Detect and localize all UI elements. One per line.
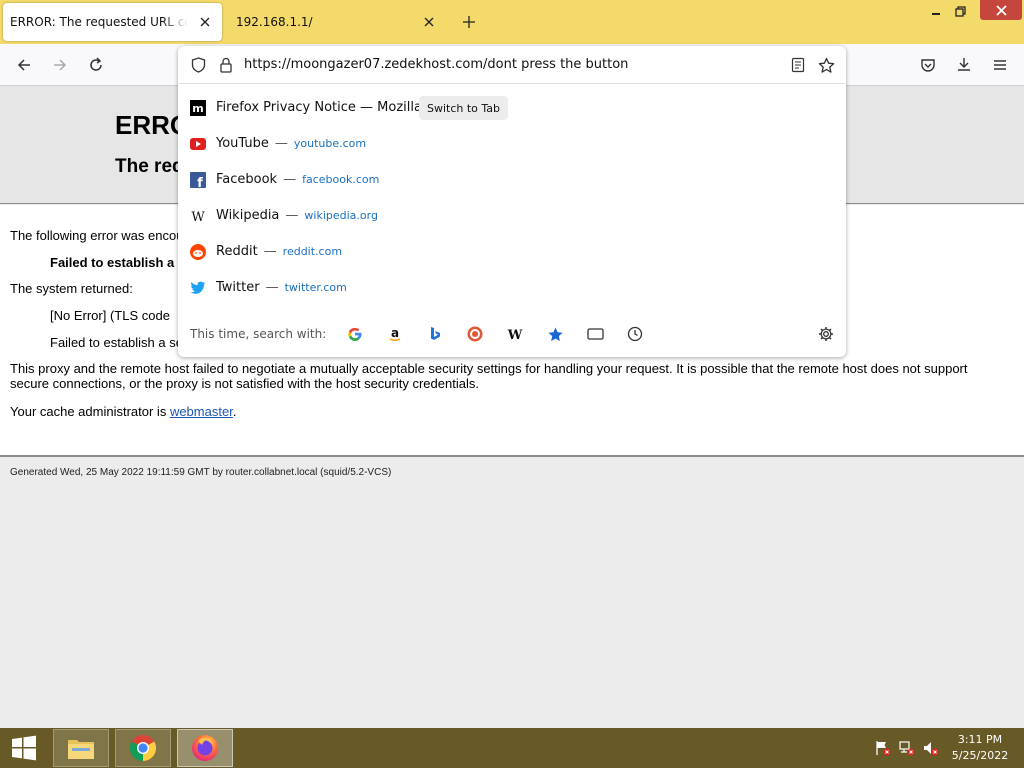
separator: — bbox=[285, 208, 299, 223]
bookmark-star-icon[interactable] bbox=[816, 55, 836, 75]
suggestion-title: YouTube bbox=[216, 136, 269, 151]
lock-icon[interactable] bbox=[216, 55, 236, 75]
bookmarks-icon[interactable] bbox=[545, 324, 565, 344]
file-explorer-icon[interactable] bbox=[53, 729, 109, 767]
clock-time[interactable]: 3:11 PM bbox=[940, 733, 1020, 746]
facebook-icon: f bbox=[190, 172, 206, 188]
bing-icon[interactable] bbox=[425, 324, 445, 344]
network-icon[interactable] bbox=[898, 740, 916, 756]
restore-button[interactable] bbox=[940, 0, 980, 22]
separator: — bbox=[274, 136, 288, 151]
suggestion-youtube[interactable]: YouTube — youtube.com bbox=[178, 126, 846, 162]
history-icon[interactable] bbox=[625, 324, 645, 344]
svg-text:a: a bbox=[391, 326, 399, 340]
reader-view-icon[interactable] bbox=[788, 55, 808, 75]
twitter-icon bbox=[190, 280, 206, 296]
start-button[interactable] bbox=[0, 729, 48, 767]
svg-text:m: m bbox=[192, 102, 203, 115]
suggestion-mozilla[interactable]: m Firefox Privacy Notice — Mozilla Switc… bbox=[178, 90, 846, 126]
shield-icon[interactable] bbox=[188, 55, 208, 75]
windows-taskbar: 3:11 PM 5/25/2022 bbox=[0, 728, 1024, 768]
separator: — bbox=[265, 280, 279, 295]
close-window-button[interactable] bbox=[980, 0, 1022, 20]
suggestion-reddit[interactable]: Reddit — reddit.com bbox=[178, 234, 846, 270]
duckduckgo-icon[interactable] bbox=[465, 324, 485, 344]
separator: — bbox=[263, 244, 277, 259]
tab-title: ERROR: The requested URL could not be re… bbox=[10, 15, 188, 29]
search-with-label: This time, search with: bbox=[190, 327, 327, 341]
suggestion-title: Facebook bbox=[216, 172, 278, 187]
wikipedia-icon: W bbox=[190, 208, 206, 224]
search-settings-gear-icon[interactable] bbox=[816, 324, 836, 344]
new-tab-button[interactable] bbox=[460, 13, 478, 31]
tab-error-page[interactable]: ERROR: The requested URL could not be re… bbox=[3, 3, 222, 41]
wikipedia-icon[interactable]: W bbox=[505, 324, 525, 344]
tab-strip: ERROR: The requested URL could not be re… bbox=[0, 0, 1024, 44]
suggestion-facebook[interactable]: f Facebook — facebook.com bbox=[178, 162, 846, 198]
one-off-search-bar: This time, search with: a W bbox=[178, 316, 846, 352]
amazon-icon[interactable]: a bbox=[385, 324, 405, 344]
system-returned-label: The system returned: bbox=[10, 281, 133, 296]
svg-text:W: W bbox=[191, 210, 205, 224]
downloads-button[interactable] bbox=[952, 53, 976, 77]
back-button[interactable] bbox=[12, 53, 36, 77]
google-icon[interactable] bbox=[345, 324, 365, 344]
suggestion-url: youtube.com bbox=[293, 137, 367, 150]
suggestion-url: reddit.com bbox=[282, 245, 343, 258]
tab-title: 192.168.1.1/ bbox=[236, 15, 313, 29]
tabs-icon[interactable] bbox=[585, 324, 605, 344]
suggestion-url: twitter.com bbox=[284, 281, 347, 294]
admin-prefix: Your cache administrator is bbox=[10, 404, 170, 419]
reload-button[interactable] bbox=[84, 53, 108, 77]
volume-muted-icon[interactable] bbox=[922, 740, 940, 756]
suggestion-title: Wikipedia bbox=[216, 208, 280, 223]
youtube-icon bbox=[190, 136, 206, 152]
action-center-flag-icon[interactable] bbox=[874, 740, 892, 756]
tab-router[interactable]: 192.168.1.1/ bbox=[228, 3, 446, 41]
chrome-icon[interactable] bbox=[115, 729, 171, 767]
switch-to-tab-button[interactable]: Switch to Tab bbox=[419, 96, 509, 120]
suggestion-wikipedia[interactable]: W Wikipedia — wikipedia.org bbox=[178, 198, 846, 234]
webmaster-link[interactable]: webmaster bbox=[170, 404, 233, 419]
svg-text:W: W bbox=[507, 328, 523, 342]
url-input[interactable]: https://moongazer07.zedekhost.com/dont p… bbox=[244, 57, 628, 72]
suggestion-url: facebook.com bbox=[302, 173, 380, 186]
reddit-icon bbox=[190, 244, 206, 260]
separator: — bbox=[283, 172, 297, 187]
forward-button[interactable] bbox=[48, 53, 72, 77]
svg-text:f: f bbox=[197, 176, 203, 188]
suggestion-twitter[interactable]: Twitter — twitter.com bbox=[178, 270, 846, 306]
error-explanation: This proxy and the remote host failed to… bbox=[10, 361, 968, 391]
address-bar[interactable]: https://moongazer07.zedekhost.com/dont p… bbox=[178, 46, 846, 84]
menu-button[interactable] bbox=[988, 53, 1012, 77]
close-tab-icon[interactable] bbox=[196, 13, 214, 31]
suggestion-title: Reddit bbox=[216, 244, 258, 259]
suggestion-title: Twitter bbox=[216, 280, 260, 295]
error-code: [No Error] (TLS code bbox=[50, 308, 170, 323]
pocket-button[interactable] bbox=[916, 53, 940, 77]
clock-date[interactable]: 5/25/2022 bbox=[940, 749, 1020, 762]
admin-suffix: . bbox=[232, 404, 237, 419]
suggestion-title: Firefox Privacy Notice — Mozilla bbox=[216, 100, 422, 115]
mozilla-icon: m bbox=[190, 100, 206, 116]
suggestion-url: wikipedia.org bbox=[304, 209, 378, 222]
close-tab-icon[interactable] bbox=[420, 13, 438, 31]
page-footer: Generated Wed, 25 May 2022 19:11:59 GMT … bbox=[10, 467, 392, 478]
admin-line: Your cache administrator is webmaster. bbox=[10, 404, 236, 419]
firefox-icon[interactable] bbox=[177, 729, 233, 767]
urlbar-dropdown: https://moongazer07.zedekhost.com/dont p… bbox=[178, 46, 846, 357]
